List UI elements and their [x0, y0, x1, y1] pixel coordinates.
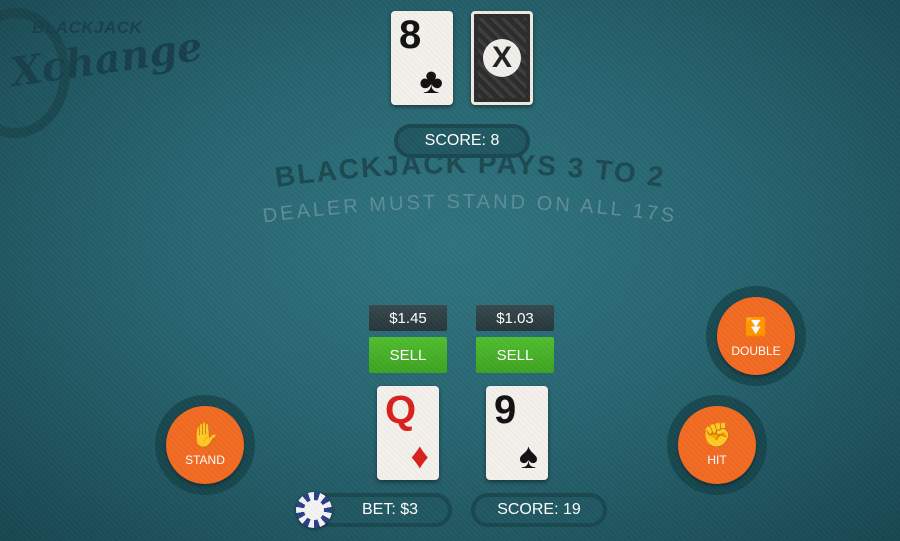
- dealer-hidden-card: X: [471, 11, 533, 105]
- card-rank: 8: [399, 13, 422, 57]
- player-card-1: Q ♦: [377, 386, 439, 480]
- hit-button[interactable]: ✊ HIT: [678, 406, 756, 484]
- double-label: DOUBLE: [731, 344, 781, 358]
- rules-line2: DEALER MUST STAND ON ALL 17S: [261, 191, 678, 228]
- casino-chip-icon: [296, 492, 332, 528]
- bet-label: BET: $3: [361, 501, 419, 518]
- club-suit-icon: ♣: [419, 60, 443, 101]
- card-1-price: $1.45: [389, 309, 427, 327]
- spade-suit-icon: ♠: [518, 435, 538, 476]
- sell-label: SELL: [496, 346, 534, 364]
- player-card-2: 9 ♠: [486, 386, 548, 480]
- card-back-emblem-icon: X: [483, 39, 521, 77]
- double-button[interactable]: ⏬ DOUBLE: [717, 297, 795, 375]
- card-2-price-tag: $1.03: [476, 305, 554, 331]
- player-score-label: SCORE: 19: [497, 501, 581, 518]
- hand-stop-icon: ✋: [190, 422, 220, 449]
- card-rank: 9: [494, 388, 517, 432]
- player-score-pill: SCORE: 19: [471, 493, 607, 527]
- sell-label: SELL: [389, 346, 427, 364]
- blackjack-table: BLACKJACK Xchange 8 ♣ X SCORE: 8 BLACKJA…: [0, 0, 900, 541]
- hand-tap-icon: ✊: [702, 422, 732, 449]
- card-2-sell-button[interactable]: SELL: [476, 337, 554, 373]
- diamond-suit-icon: ♦: [410, 435, 429, 476]
- table-rules-text: BLACKJACK PAYS 3 TO 2 DEALER MUST STAND …: [261, 150, 678, 228]
- hit-label: HIT: [707, 453, 727, 467]
- rules-line1: BLACKJACK PAYS 3 TO 2: [273, 150, 667, 193]
- card-2-price: $1.03: [496, 309, 534, 327]
- card-1-sell-button[interactable]: SELL: [369, 337, 447, 373]
- stand-label: STAND: [185, 453, 225, 467]
- card-1-price-tag: $1.45: [369, 305, 447, 331]
- stand-button[interactable]: ✋ STAND: [166, 406, 244, 484]
- dealer-card-1: 8 ♣: [391, 11, 453, 105]
- dealer-score-label: SCORE: 8: [424, 132, 500, 149]
- rules-line1-text: BLACKJACK PAYS 3 TO 2: [273, 150, 665, 193]
- double-chevron-down-icon: ⏬: [744, 317, 768, 337]
- card-rank: Q: [385, 388, 417, 432]
- rules-line2-text: DEALER MUST STAND ON ALL 17S: [261, 191, 675, 228]
- blackjack-xchange-logo: BLACKJACK Xchange: [0, 8, 205, 138]
